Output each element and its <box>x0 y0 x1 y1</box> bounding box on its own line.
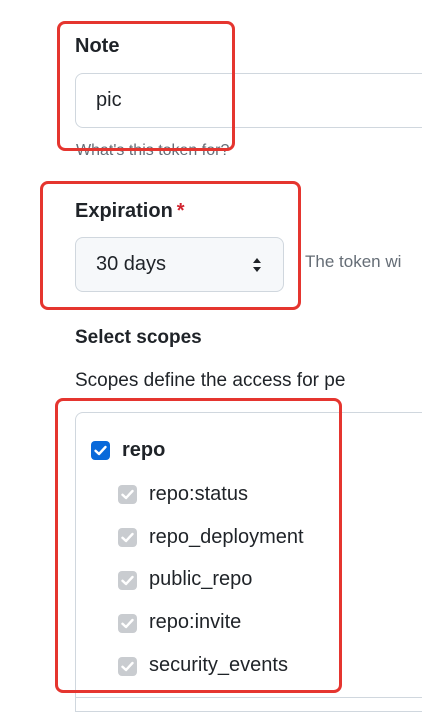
check-icon <box>121 575 134 586</box>
repo-status-label: repo:status <box>149 483 248 505</box>
public-repo-checkbox[interactable] <box>118 571 137 590</box>
expiration-selected-value: 30 days <box>96 253 167 275</box>
scopes-description: Scopes define the access for pe <box>75 370 346 391</box>
security-events-label: security_events <box>149 654 288 676</box>
expiration-label: Expiration * <box>75 199 185 223</box>
public-repo-label: public_repo <box>149 568 253 590</box>
expiration-label-text: Expiration <box>75 200 173 222</box>
repo-invite-label: repo:invite <box>149 611 242 633</box>
security-events-checkbox[interactable] <box>118 657 137 676</box>
repo-scope-label: repo <box>122 439 166 461</box>
note-hint: What's this token for? <box>76 142 230 159</box>
expiration-select[interactable]: 30 days <box>75 237 284 292</box>
scopes-heading: Select scopes <box>75 327 202 348</box>
repo-deployment-checkbox[interactable] <box>118 528 137 547</box>
check-icon <box>121 618 134 629</box>
repo-status-checkbox[interactable] <box>118 485 137 504</box>
check-icon <box>121 661 134 672</box>
note-input[interactable]: pic <box>75 73 422 128</box>
required-marker: * <box>176 200 185 222</box>
scopes-divider <box>75 697 422 698</box>
repo-checkbox[interactable] <box>91 441 110 460</box>
check-icon <box>94 445 107 456</box>
check-icon <box>121 489 134 500</box>
select-arrows-icon <box>253 258 261 272</box>
check-icon <box>121 532 134 543</box>
repo-invite-checkbox[interactable] <box>118 614 137 633</box>
note-label: Note <box>75 35 120 57</box>
expiration-hint: The token wi <box>305 252 402 271</box>
repo-deployment-label: repo_deployment <box>149 526 304 548</box>
